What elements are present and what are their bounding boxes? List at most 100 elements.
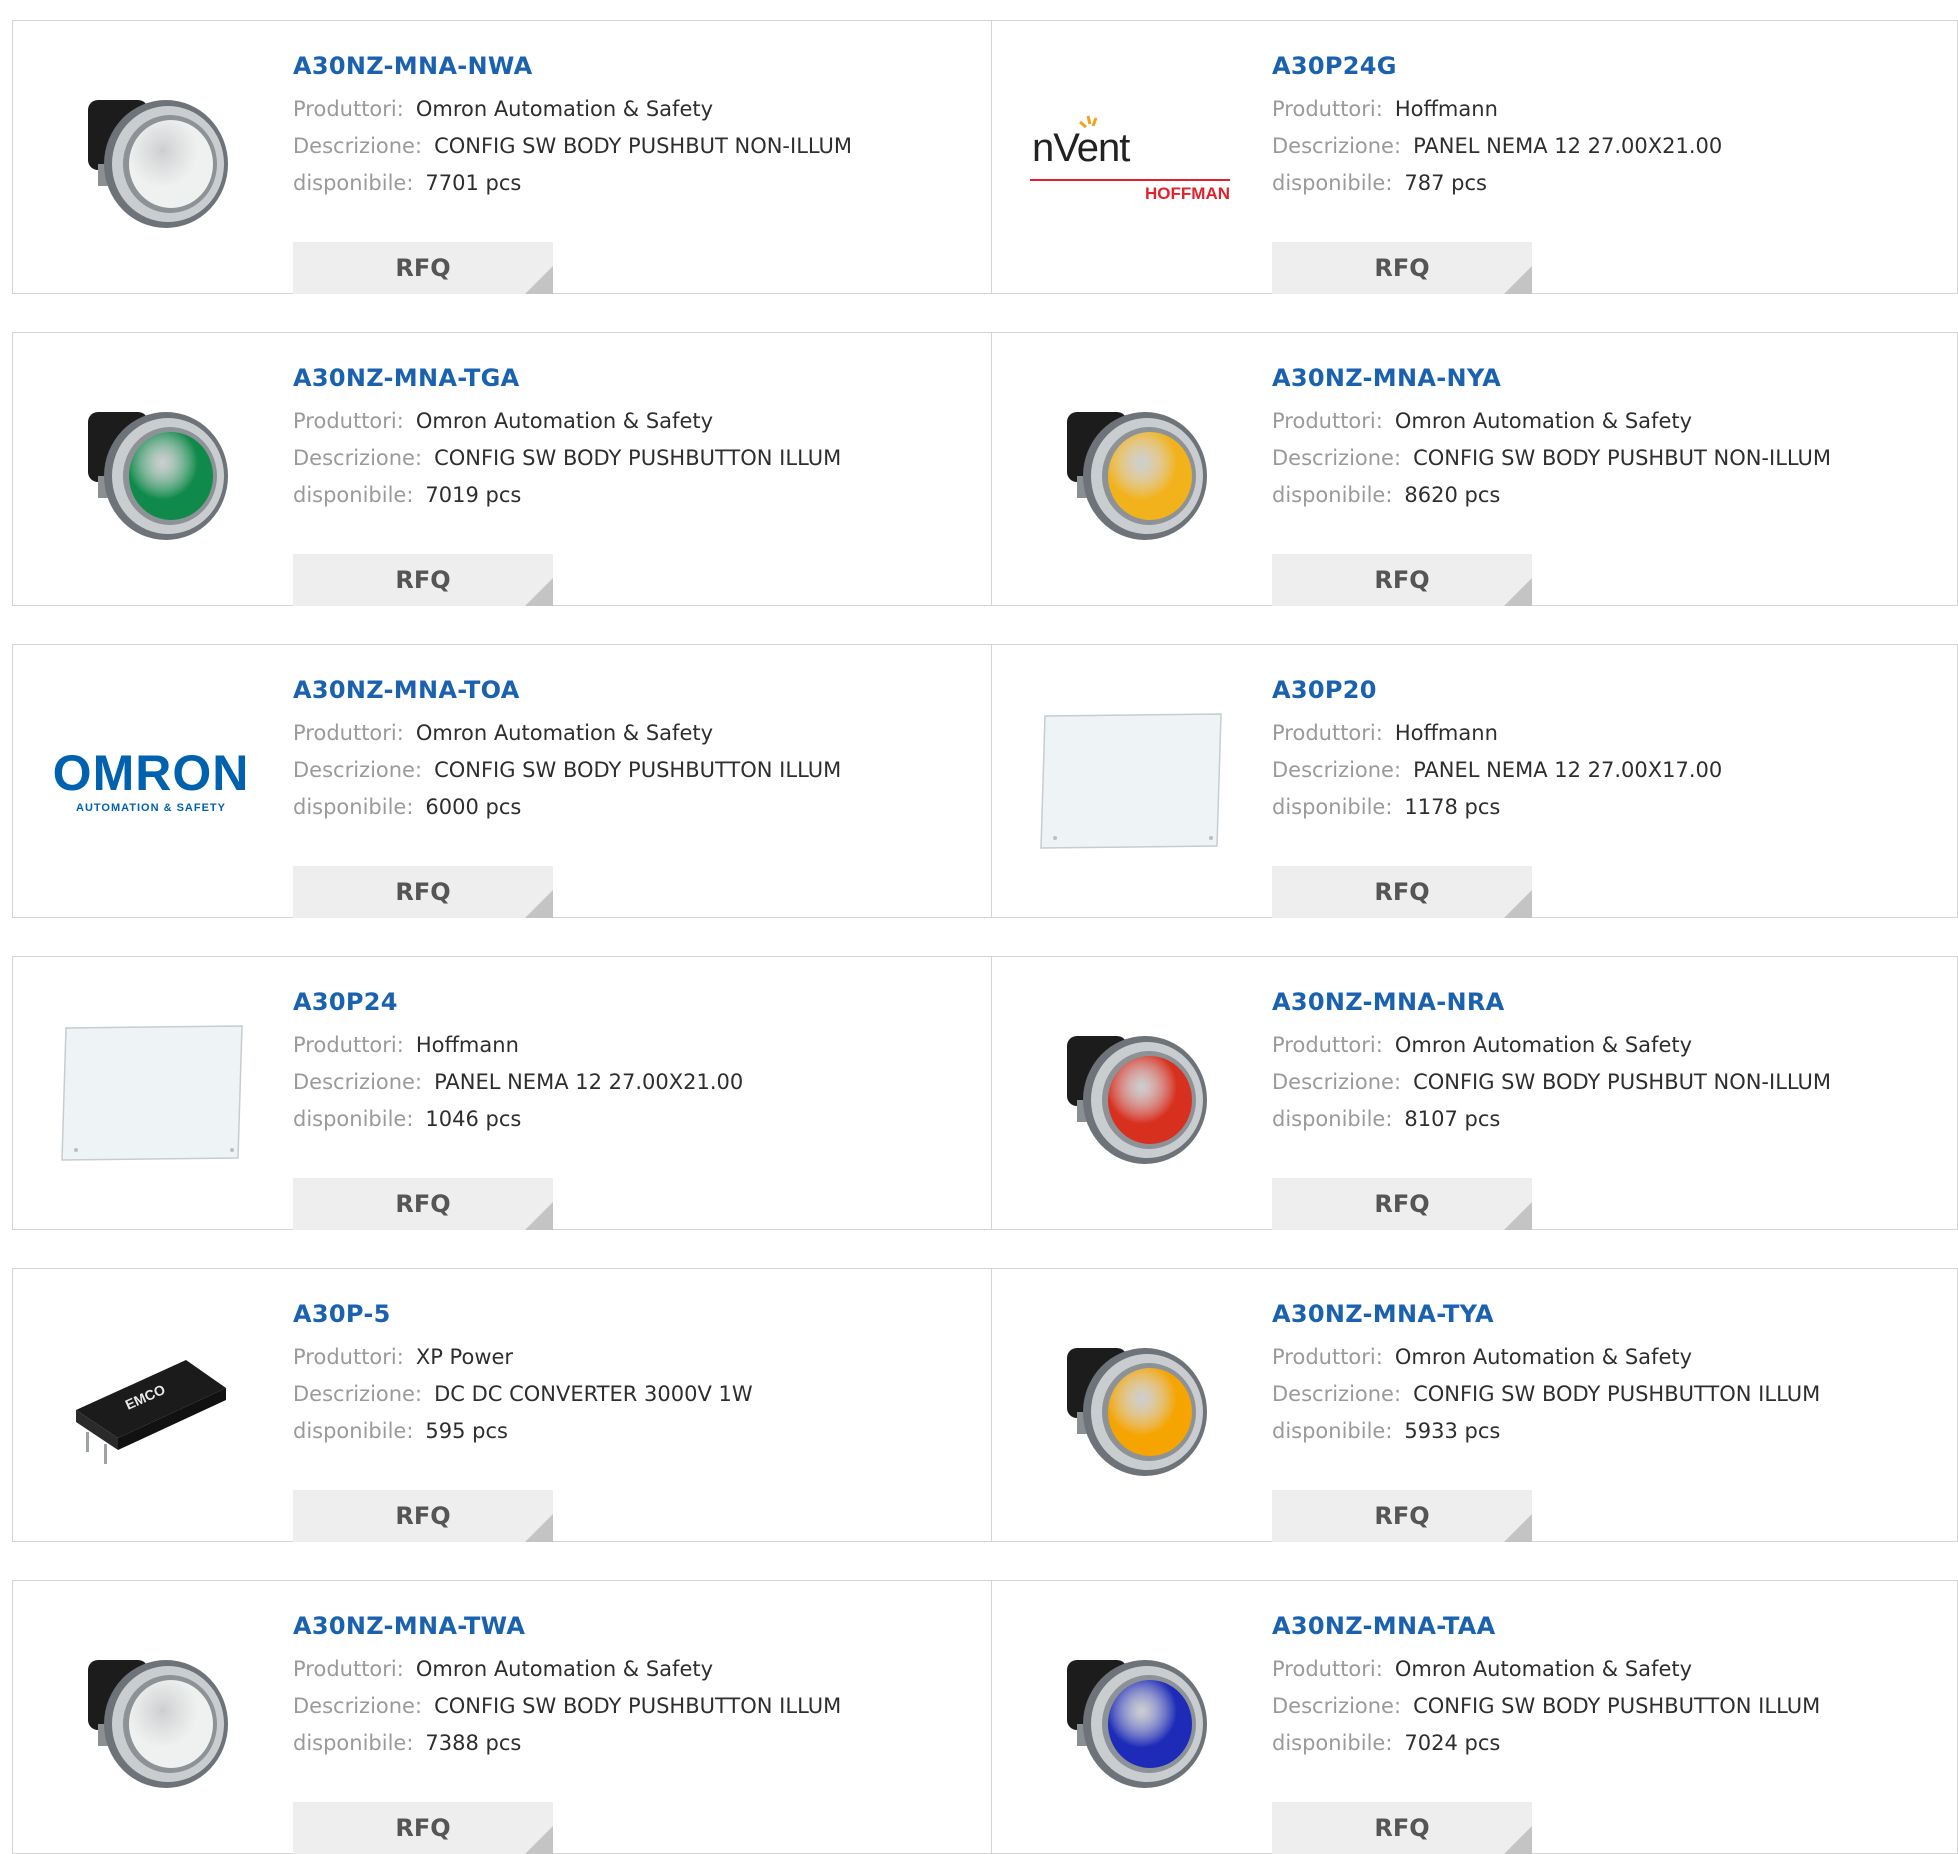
- rfq-button[interactable]: RFQ: [1272, 242, 1532, 294]
- rfq-button[interactable]: RFQ: [293, 554, 553, 606]
- description-line: Descrizione: CONFIG SW BODY PUSHBUTTON IL…: [293, 1688, 841, 1725]
- description-label: Descrizione:: [1272, 446, 1402, 470]
- description-line: Descrizione: PANEL NEMA 12 27.00X21.00: [293, 1064, 743, 1101]
- description-value: CONFIG SW BODY PUSHBUTTON ILLUM: [434, 758, 842, 782]
- logo-subtext: HOFFMAN: [1145, 184, 1230, 203]
- product-info: A30NZ-MNA-TAA Produttori: Omron Automation…: [1272, 1611, 1820, 1854]
- part-number-link[interactable]: A30NZ-MNA-TWA: [293, 1611, 841, 1641]
- product-card: A30P24 Produttori: Hoffmann Descrizione: PAN…: [13, 957, 991, 1230]
- description-label: Descrizione:: [293, 758, 423, 782]
- part-number-link[interactable]: A30P24G: [1272, 51, 1722, 81]
- manufacturer-line: Produttori: Omron Automation & Safety: [293, 1651, 841, 1688]
- availability-label: disponibile:: [293, 1731, 414, 1755]
- rfq-label: RFQ: [395, 1814, 451, 1842]
- description-value: PANEL NEMA 12 27.00X21.00: [434, 1070, 744, 1094]
- description-line: Descrizione: CONFIG SW BODY PUSHBUT NON-I…: [293, 128, 852, 165]
- description-line: Descrizione: CONFIG SW BODY PUSHBUT NON-I…: [1272, 440, 1831, 477]
- rfq-corner-decoration: [525, 266, 553, 294]
- description-line: Descrizione: CONFIG SW BODY PUSHBUTTON IL…: [1272, 1376, 1820, 1413]
- product-info: A30NZ-MNA-NWA Produttori: Omron Automation…: [293, 51, 852, 294]
- description-label: Descrizione:: [1272, 758, 1402, 782]
- rfq-label: RFQ: [395, 254, 451, 282]
- part-number-link[interactable]: A30P24: [293, 987, 743, 1017]
- pushbutton-blue-icon: [1030, 1617, 1230, 1817]
- product-row: A30P24 Produttori: Hoffmann Descrizione: PAN…: [12, 956, 1958, 1230]
- part-number-link[interactable]: A30NZ-MNA-TOA: [293, 675, 841, 705]
- part-number-link[interactable]: A30NZ-MNA-NWA: [293, 51, 852, 81]
- rfq-corner-decoration: [525, 1514, 553, 1542]
- description-label: Descrizione:: [293, 134, 423, 158]
- description-value: DC DC CONVERTER 3000V 1W: [434, 1382, 753, 1406]
- manufacturer-value: Omron Automation & Safety: [1394, 1657, 1693, 1681]
- availability-label: disponibile:: [1272, 483, 1393, 507]
- description-value: CONFIG SW BODY PUSHBUT NON-ILLUM: [1413, 446, 1832, 470]
- availability-line: disponibile: 5933 pcs: [1272, 1413, 1820, 1450]
- rfq-button[interactable]: RFQ: [1272, 866, 1532, 918]
- description-line: Descrizione: CONFIG SW BODY PUSHBUTTON IL…: [293, 752, 841, 789]
- product-row: A30NZ-MNA-TGA Produttori: Omron Automation…: [12, 332, 1958, 606]
- product-row: EMCO A30P-5 Produttori: XP Power Descrizione…: [12, 1268, 1958, 1542]
- rfq-button[interactable]: RFQ: [1272, 1178, 1532, 1230]
- manufacturer-value: Omron Automation & Safety: [1394, 1033, 1693, 1057]
- part-number-link[interactable]: A30NZ-MNA-TYA: [1272, 1299, 1820, 1329]
- rfq-button[interactable]: RFQ: [1272, 554, 1532, 606]
- availability-label: disponibile:: [1272, 1419, 1393, 1443]
- part-number-link[interactable]: A30NZ-MNA-NYA: [1272, 363, 1831, 393]
- manufacturer-line: Produttori: Omron Automation & Safety: [1272, 403, 1831, 440]
- availability-label: disponibile:: [1272, 1731, 1393, 1755]
- manufacturer-value: Omron Automation & Safety: [415, 409, 714, 433]
- manufacturer-label: Produttori:: [1272, 721, 1383, 745]
- manufacturer-label: Produttori:: [293, 409, 404, 433]
- availability-value: 1178 pcs: [1404, 795, 1501, 819]
- rfq-label: RFQ: [395, 878, 451, 906]
- description-value: CONFIG SW BODY PUSHBUTTON ILLUM: [434, 1694, 842, 1718]
- rfq-button[interactable]: RFQ: [1272, 1802, 1532, 1854]
- pushbutton-white-icon: [51, 1617, 251, 1817]
- rfq-button[interactable]: RFQ: [1272, 1490, 1532, 1542]
- part-number-link[interactable]: A30NZ-MNA-TGA: [293, 363, 841, 393]
- rfq-button[interactable]: RFQ: [293, 242, 553, 294]
- availability-label: disponibile:: [293, 483, 414, 507]
- part-number-link[interactable]: A30NZ-MNA-NRA: [1272, 987, 1831, 1017]
- pushbutton-red-icon: [1030, 993, 1230, 1193]
- availability-label: disponibile:: [293, 171, 414, 195]
- description-value: CONFIG SW BODY PUSHBUTTON ILLUM: [1413, 1382, 1821, 1406]
- availability-label: disponibile:: [293, 1419, 414, 1443]
- part-number-link[interactable]: A30P-5: [293, 1299, 753, 1329]
- availability-line: disponibile: 7701 pcs: [293, 165, 852, 202]
- product-info: A30P24G Produttori: Hoffmann Descrizione: PA…: [1272, 51, 1722, 294]
- rfq-corner-decoration: [1504, 266, 1532, 294]
- rfq-button[interactable]: RFQ: [293, 1178, 553, 1230]
- rfq-label: RFQ: [1374, 1814, 1430, 1842]
- rfq-label: RFQ: [1374, 1190, 1430, 1218]
- manufacturer-value: Omron Automation & Safety: [415, 97, 714, 121]
- product-card: A30P20 Produttori: Hoffmann Descrizione: PAN…: [991, 645, 1957, 918]
- rfq-corner-decoration: [525, 1826, 553, 1854]
- pushbutton-white-icon: [51, 57, 251, 257]
- rfq-button[interactable]: RFQ: [293, 1490, 553, 1542]
- availability-line: disponibile: 8620 pcs: [1272, 477, 1831, 514]
- rfq-label: RFQ: [1374, 254, 1430, 282]
- product-card: A30NZ-MNA-NRA Produttori: Omron Automation…: [991, 957, 1957, 1230]
- availability-line: disponibile: 787 pcs: [1272, 165, 1722, 202]
- rfq-button[interactable]: RFQ: [293, 1802, 553, 1854]
- manufacturer-value: Hoffmann: [415, 1033, 519, 1057]
- logo-subtext: AUTOMATION & SAFETY: [76, 802, 226, 814]
- product-card: A30NZ-MNA-TGA Produttori: Omron Automation…: [13, 333, 991, 606]
- panel-plate-icon: [1030, 681, 1230, 881]
- rfq-button[interactable]: RFQ: [293, 866, 553, 918]
- description-label: Descrizione:: [293, 1382, 423, 1406]
- product-info: A30NZ-MNA-TWA Produttori: Omron Automation…: [293, 1611, 841, 1854]
- product-row: A30NZ-MNA-TWA Produttori: Omron Automation…: [12, 1580, 1958, 1854]
- pushbutton-green-icon: [51, 369, 251, 569]
- availability-value: 595 pcs: [425, 1419, 508, 1443]
- description-label: Descrizione:: [1272, 134, 1402, 158]
- description-label: Descrizione:: [1272, 1382, 1402, 1406]
- part-number-link[interactable]: A30NZ-MNA-TAA: [1272, 1611, 1820, 1641]
- manufacturer-value: Omron Automation & Safety: [415, 721, 714, 745]
- product-card: A30NZ-MNA-TAA Produttori: Omron Automation…: [991, 1581, 1957, 1854]
- manufacturer-label: Produttori:: [1272, 1345, 1383, 1369]
- part-number-link[interactable]: A30P20: [1272, 675, 1722, 705]
- rfq-label: RFQ: [395, 566, 451, 594]
- product-card: OMRON AUTOMATION & SAFETY A30NZ-MNA-TOA Pro…: [13, 645, 991, 918]
